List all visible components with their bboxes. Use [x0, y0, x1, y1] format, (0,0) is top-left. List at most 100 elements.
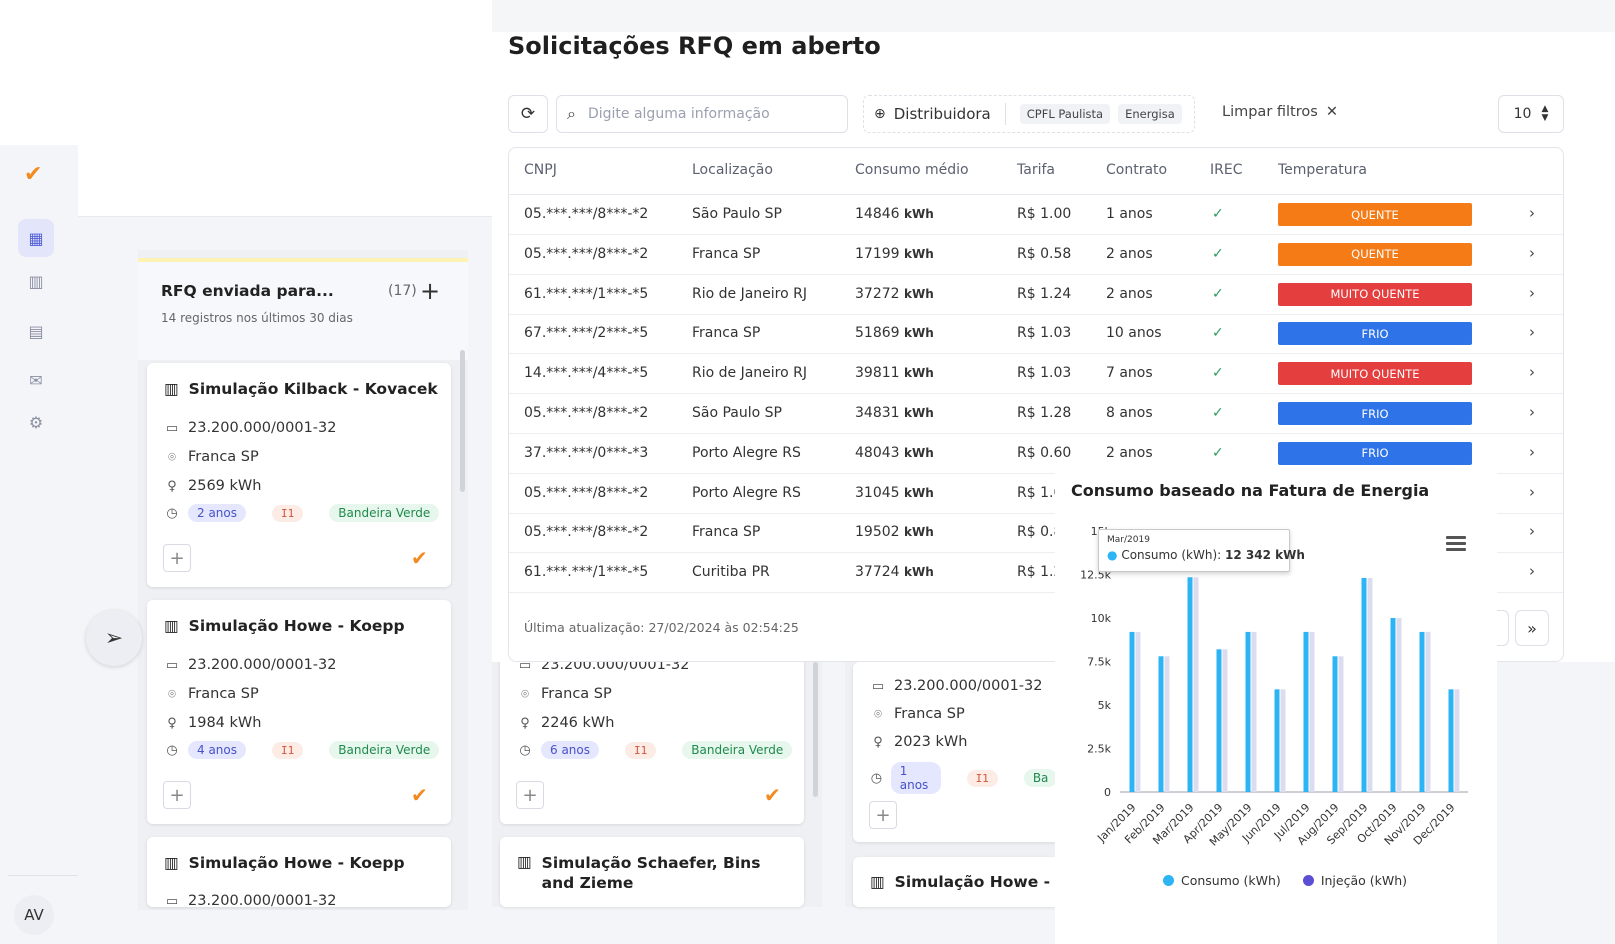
simulation-card[interactable]: ▥ Simulação Howe - Koepp ▭ 23.200.000/0001…: [147, 837, 451, 907]
temperature-badge: FRIO: [1278, 402, 1472, 425]
location-pin-icon: ⌾: [168, 449, 176, 465]
clock-icon: ◷: [166, 742, 178, 758]
column-scrollbar[interactable]: [460, 350, 465, 492]
simulation-card[interactable]: ▭ 23.200.000/0001-32 ⌾ Franca SP ♀ 2246 kWh…: [500, 640, 804, 824]
simulation-card[interactable]: ▭ 23.200.000/0001-32 ⌾ Franca SP ♀ 2023 kWh…: [853, 662, 1055, 842]
chart-menu-icon[interactable]: [1446, 536, 1466, 554]
chevron-right-icon[interactable]: ›: [1529, 403, 1535, 421]
mail-icon[interactable]: ✉: [18, 361, 54, 399]
flag-chip: Bandeira Verde: [329, 741, 440, 759]
simulation-card[interactable]: ▥ Simulação Kilback - Kovacek ▭ 23.200.000…: [147, 363, 451, 587]
location-pin-icon: ⌾: [521, 686, 529, 702]
building-icon[interactable]: ▤: [18, 312, 54, 350]
lightbulb-icon: ♀: [167, 715, 177, 731]
refresh-icon: ⟳: [520, 104, 536, 124]
column-header: [138, 258, 468, 360]
consumption-cell: 39811 kWh: [855, 365, 934, 381]
y-tick-label: 7.5k: [1087, 656, 1111, 669]
chevron-right-icon[interactable]: ›: [1529, 363, 1535, 381]
last-page-button[interactable]: »: [1515, 610, 1549, 646]
legend-item[interactable]: Consumo (kWh): [1163, 873, 1281, 888]
cnpj-cell: 61.***.***/1***-*5: [524, 285, 649, 302]
column-header[interactable]: Tarifa: [1017, 162, 1055, 178]
table-row[interactable]: 37.***.***/0***-*3 Porto Alegre RS 48043 k…: [509, 434, 1563, 474]
consumption-value: 51869: [855, 325, 900, 342]
irec-check-icon: ✓: [1212, 365, 1224, 382]
filter-divider: [1004, 103, 1006, 125]
factory-icon[interactable]: ▥: [18, 262, 54, 300]
consumption-unit: kWh: [904, 246, 934, 261]
table-row[interactable]: 14.***.***/4***-*5 Rio de Janeiro RJ 39811…: [509, 354, 1563, 395]
table-row[interactable]: 05.***.***/8***-*2 Franca SP 17199 kWh R$ 0…: [509, 235, 1563, 275]
cnpj-cell: 05.***.***/8***-*2: [524, 484, 649, 501]
chevron-right-icon[interactable]: ›: [1529, 522, 1535, 540]
page-size-select[interactable]: 10 ▲ ▼: [1498, 95, 1564, 133]
tariff-cell: R$ 1.00: [1017, 206, 1072, 222]
chevron-right-icon[interactable]: ›: [1529, 562, 1535, 580]
filter-label: Distribuidora: [893, 105, 991, 123]
chevron-right-icon[interactable]: ›: [1529, 443, 1535, 461]
legend-label: Consumo (kWh): [1181, 873, 1281, 888]
consumption-cell: 48043 kWh: [855, 445, 934, 461]
send-button[interactable]: ➢: [86, 610, 142, 666]
consumption-cell: 51869 kWh: [855, 325, 934, 341]
card-title: Simulação Howe - Ko: [894, 873, 1055, 891]
chevron-right-icon[interactable]: ›: [1529, 284, 1535, 302]
column-scrollbar[interactable]: [813, 662, 818, 797]
dashboard-grid-icon[interactable]: ▦: [18, 219, 54, 257]
clock-icon: ◷: [870, 770, 883, 786]
card-location-row: ⌾ Franca SP: [164, 449, 259, 465]
card-consumption: 2246 kWh: [541, 715, 615, 731]
card-add-button[interactable]: +: [869, 801, 897, 829]
consumption-unit: kWh: [904, 366, 934, 381]
consumption-value: 48043: [855, 444, 900, 461]
clear-filters-button[interactable]: Limpar filtros ✕: [1222, 104, 1338, 120]
table-row[interactable]: 61.***.***/1***-*5 Rio de Janeiro RJ 37272…: [509, 275, 1563, 315]
table-row[interactable]: 05.***.***/8***-*2 São Paulo SP 34831 kWh R…: [509, 394, 1563, 434]
chevron-right-icon[interactable]: ›: [1529, 204, 1535, 222]
bar-consumo: [1245, 631, 1251, 792]
card-consumption: 2569 kWh: [188, 478, 262, 494]
column-header[interactable]: Consumo médio: [855, 162, 969, 178]
avatar[interactable]: AV: [14, 895, 54, 935]
card-consumption-row: ♀ 2246 kWh: [517, 715, 614, 731]
chevron-right-icon[interactable]: ›: [1529, 323, 1535, 341]
close-icon: ✕: [1325, 104, 1338, 120]
simulation-card[interactable]: ▥ Simulação Howe - Ko: [853, 857, 1055, 907]
search-input[interactable]: ⌕ Digite alguma informação: [556, 95, 848, 133]
bar-consumo: [1361, 577, 1367, 792]
distribuidora-filter[interactable]: ⊕ Distribuidora CPFL Paulista Energisa: [863, 95, 1195, 133]
table-row[interactable]: 67.***.***/2***-*5 Franca SP 51869 kWh R$ 1…: [509, 314, 1563, 355]
code-chip: I1: [272, 504, 304, 522]
consumption-value: 14846: [855, 206, 900, 222]
company-logo-icon: ✔: [411, 546, 428, 570]
card-add-button[interactable]: +: [163, 544, 191, 572]
location-pin-icon: ⌾: [874, 706, 882, 722]
previous-page-button[interactable]: [1497, 610, 1509, 646]
simulation-card[interactable]: ▥ Simulação Schaefer, Bins and Zieme: [500, 837, 804, 907]
column-header[interactable]: Localização: [692, 162, 773, 178]
chevron-right-icon[interactable]: ›: [1529, 244, 1535, 262]
table-row[interactable]: 05.***.***/8***-*2 São Paulo SP 14846 kWh R…: [509, 195, 1563, 235]
simulation-card[interactable]: ▥ Simulação Howe - Koepp ▭ 23.200.000/0001…: [147, 600, 451, 824]
add-card-button[interactable]: +: [420, 277, 440, 305]
card-add-button[interactable]: +: [516, 781, 544, 809]
y-tick-label: 0: [1104, 786, 1111, 799]
column-header[interactable]: IREC: [1210, 162, 1242, 178]
refresh-button[interactable]: ⟳: [508, 95, 548, 133]
column-header[interactable]: CNPJ: [524, 162, 557, 178]
chevron-right-icon[interactable]: ›: [1529, 483, 1535, 501]
chart-legend: Consumo (kWh) Injeção (kWh): [1163, 873, 1407, 888]
legend-item[interactable]: Injeção (kWh): [1302, 873, 1407, 888]
id-card-icon: ▭: [165, 893, 179, 908]
irec-check-icon: ✓: [1212, 245, 1224, 262]
column-title: RFQ enviada para...: [161, 282, 334, 300]
app-logo[interactable]: ✔: [24, 162, 42, 187]
column-header[interactable]: Contrato: [1106, 162, 1167, 178]
filter-tag: CPFL Paulista: [1019, 104, 1111, 124]
location-cell: São Paulo SP: [692, 405, 782, 421]
card-add-button[interactable]: +: [163, 781, 191, 809]
gear-icon[interactable]: ⚙: [18, 403, 54, 441]
column-header[interactable]: Temperatura: [1278, 162, 1367, 178]
temperature-badge: MUITO QUENTE: [1278, 282, 1472, 306]
